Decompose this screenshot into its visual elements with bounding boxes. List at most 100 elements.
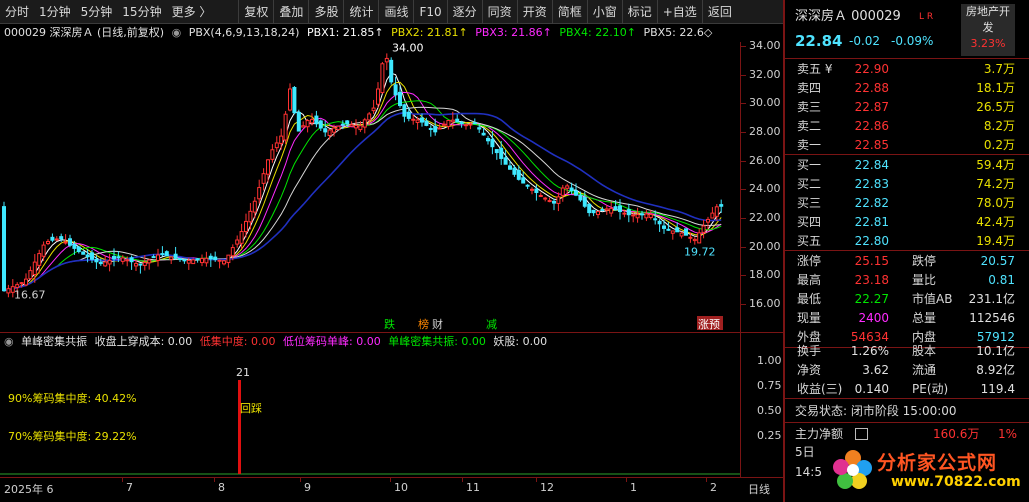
candle-body xyxy=(41,244,46,257)
buy-label: 买一 xyxy=(797,158,822,172)
candlestick-chart[interactable]: 34.00 19.72 16.67 跌 榜财 减 涨预 xyxy=(0,42,740,332)
toolbar-button-5[interactable]: 复权 xyxy=(238,0,273,24)
toolbar-button-18[interactable]: 返回 xyxy=(701,0,737,24)
toolbar-button-7[interactable]: 多股 xyxy=(308,0,343,24)
toolbar-button-1[interactable]: 1分钟 xyxy=(34,0,76,24)
chevron-down-icon[interactable]: ◉ xyxy=(172,26,182,39)
candle-body xyxy=(217,259,222,262)
tick-mark xyxy=(741,189,746,191)
buy-level-4[interactable]: 买四 22.81 42.4万 xyxy=(785,213,1029,231)
stat-label: 最高 xyxy=(797,273,822,287)
candle-body xyxy=(19,282,24,285)
sell-level-4[interactable]: 卖四 22.88 18.1万 xyxy=(785,79,1029,97)
candle-body xyxy=(393,84,398,96)
candle-body xyxy=(692,238,697,242)
toolbar-button-8[interactable]: 统计 xyxy=(343,0,378,24)
candle-body xyxy=(125,259,130,262)
toolbar-button-13[interactable]: 开资 xyxy=(516,0,552,24)
checkbox-icon[interactable] xyxy=(855,428,868,440)
candle-body xyxy=(358,125,363,131)
tick-mark xyxy=(462,478,463,482)
event-marker[interactable]: 涨预 xyxy=(698,318,720,331)
toolbar-button-12[interactable]: 同资 xyxy=(481,0,517,24)
candle-body xyxy=(147,259,152,264)
candle-body xyxy=(662,225,666,229)
stat-label: 最低 xyxy=(797,292,822,306)
divider xyxy=(785,422,1029,423)
buy-level-1[interactable]: 买一 22.84 59.4万 xyxy=(785,156,1029,174)
candle-body xyxy=(200,258,204,264)
toolbar-button-4[interactable]: 更多 〉 xyxy=(167,0,217,24)
event-marker[interactable]: 榜 xyxy=(418,317,429,331)
sell-label: 卖三 xyxy=(797,100,822,114)
stat-value: 23.18 xyxy=(854,273,889,287)
signal-bar-value: 21 xyxy=(236,366,250,379)
sell-level-5[interactable]: 卖五 ¥ 22.90 3.7万 xyxy=(785,60,1029,78)
indicator-chart[interactable]: 21 回踩 xyxy=(0,350,740,477)
candle-body xyxy=(468,123,473,126)
date-tick[interactable]: 日线 xyxy=(748,481,770,497)
candle-body xyxy=(367,113,372,121)
event-marker[interactable]: 财 xyxy=(432,317,443,331)
price-tick: 26.00 xyxy=(749,153,781,167)
pbx1-value: PBX1: 21.85↑ xyxy=(306,26,384,39)
toolbar-button-6[interactable]: 叠加 xyxy=(273,0,308,24)
date-tick: 8 xyxy=(218,481,225,494)
candle-body xyxy=(442,123,446,126)
stat-value-2: 119.4 xyxy=(980,382,1015,396)
price-tick: 24.00 xyxy=(749,182,781,196)
candle-body xyxy=(657,220,662,225)
candle-body xyxy=(274,142,279,149)
candle-body xyxy=(134,263,138,267)
toolbar-button-3[interactable]: 15分钟 xyxy=(117,0,166,24)
buy-level-3[interactable]: 买三 22.82 78.0万 xyxy=(785,194,1029,212)
toolbar-button-11[interactable]: 逐分 xyxy=(446,0,482,24)
toolbar-button-15[interactable]: 小窗 xyxy=(586,0,622,24)
buy-volume: 42.4万 xyxy=(976,215,1015,229)
sell-volume: 26.5万 xyxy=(976,100,1015,114)
toolbar-button-16[interactable]: 标记 xyxy=(621,0,657,24)
sell-label: 卖一 xyxy=(797,138,822,152)
sell-level-3[interactable]: 卖三 22.87 26.5万 xyxy=(785,98,1029,116)
chevron-down-icon[interactable]: ◉ xyxy=(4,335,14,348)
price-tick: 18.00 xyxy=(749,268,781,282)
price-tick: 28.00 xyxy=(749,125,781,138)
sell-level-2[interactable]: 卖二 22.86 8.2万 xyxy=(785,117,1029,135)
stat-row: 涨停 25.15 跌停 20.57 xyxy=(785,252,1029,270)
pbx4-value: PBX4: 22.10↑ xyxy=(559,26,636,39)
toolbar-button-10[interactable]: F10 xyxy=(413,0,446,24)
buy-label: 买五 xyxy=(797,234,822,248)
candle-body xyxy=(340,123,345,126)
divider xyxy=(785,398,1029,399)
candle-body xyxy=(538,195,543,198)
toolbar-button-2[interactable]: 5分钟 xyxy=(76,0,118,24)
buy-level-5[interactable]: 买五 22.80 19.4万 xyxy=(785,232,1029,250)
indicator-name[interactable]: PBX(4,6,9,13,18,24) xyxy=(189,26,300,39)
date-tick: 2 xyxy=(710,481,717,494)
main-flow-row: 主力净额 160.6万 1% xyxy=(795,427,1017,441)
flower-logo-icon xyxy=(833,450,872,489)
sell-label: 卖五 ¥ xyxy=(797,62,833,76)
buy-price: 22.80 xyxy=(854,234,889,248)
sell-volume: 18.1万 xyxy=(976,81,1015,95)
toolbar-button-17[interactable]: +自选 xyxy=(656,0,702,24)
candle-body xyxy=(578,194,583,201)
date-tick: 9 xyxy=(304,481,311,494)
event-marker[interactable]: 跌 xyxy=(384,317,395,331)
candle-body xyxy=(98,261,103,265)
event-marker[interactable]: 减 xyxy=(486,318,497,331)
sell-level-1[interactable]: 卖一 22.85 0.2万 xyxy=(785,136,1029,154)
buy-level-2[interactable]: 买二 22.83 74.2万 xyxy=(785,175,1029,193)
candle-body xyxy=(244,220,248,233)
indicator-axis: 1.00 0.75 0.50 0.25 xyxy=(740,332,783,477)
candle-body xyxy=(644,213,649,219)
candle-body xyxy=(587,203,592,214)
toolbar-button-14[interactable]: 简框 xyxy=(551,0,587,24)
price-row: 22.84 -0.02 -0.09% xyxy=(785,32,1029,54)
sell-price: 22.87 xyxy=(854,100,889,114)
candle-body xyxy=(455,118,460,123)
toolbar-button-0[interactable]: 分时 xyxy=(0,0,34,24)
toolbar-button-9[interactable]: 画线 xyxy=(378,0,413,24)
indicator-title[interactable]: 单峰密集共振 xyxy=(21,335,87,348)
buy-volume: 19.4万 xyxy=(976,234,1015,248)
